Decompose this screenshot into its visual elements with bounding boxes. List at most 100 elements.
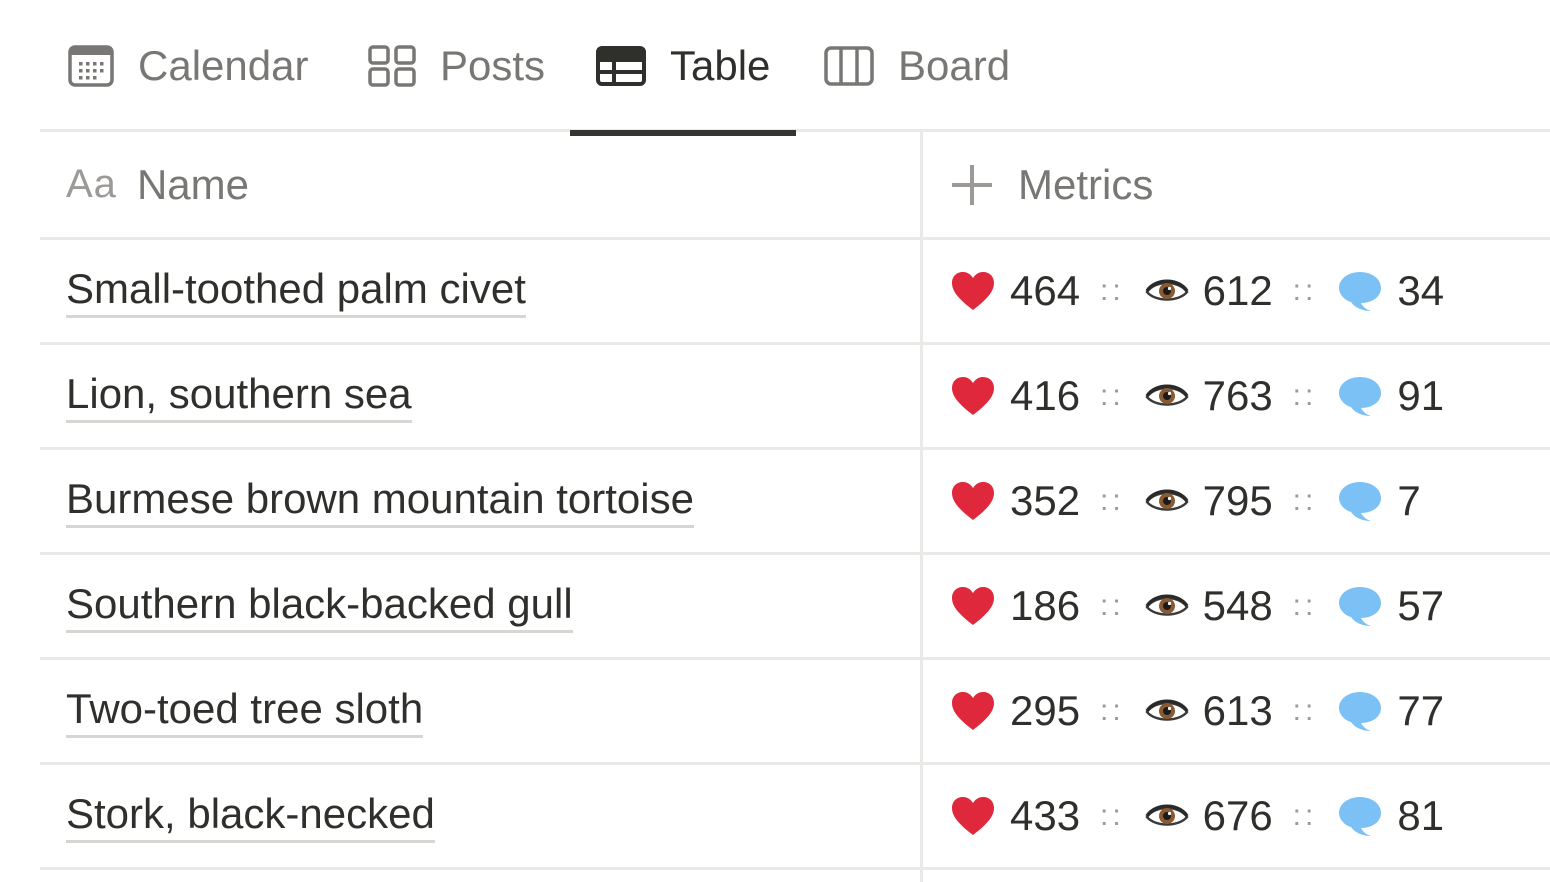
views-count: 676 — [1202, 792, 1273, 839]
heart-icon — [952, 587, 994, 625]
row-name-link[interactable]: Stork, black-necked — [66, 790, 435, 843]
calendar-icon — [68, 45, 114, 87]
metric-separator: :: — [1100, 694, 1125, 727]
views-metric: 676 :: — [1145, 792, 1338, 840]
eye-icon — [1145, 804, 1189, 826]
row-name-link[interactable]: Lion, southern sea — [66, 370, 412, 423]
likes-metric: 464 :: — [950, 267, 1145, 315]
eye-icon — [1145, 489, 1189, 511]
metric-separator: :: — [1292, 694, 1318, 727]
comments-count: 81 — [1397, 792, 1445, 839]
metrics-cell: 416 :: 763 :: 91 — [950, 345, 1475, 447]
comments-metric: 91 — [1337, 372, 1475, 420]
likes-metric: 352 :: — [950, 477, 1145, 525]
tab-posts[interactable]: Posts — [368, 0, 545, 132]
view-tabs: Calendar Posts Table Board — [40, 0, 1550, 136]
tab-board[interactable]: Board — [824, 0, 1010, 132]
name-cell: Burmese brown mountain tortoise — [66, 450, 694, 552]
speech-bubble-icon — [1339, 797, 1382, 836]
views-count: 548 — [1202, 582, 1273, 629]
likes-count: 416 — [1010, 372, 1081, 419]
text-property-icon: Aa — [66, 162, 117, 206]
eye-icon — [1145, 279, 1189, 301]
tab-calendar-label: Calendar — [138, 42, 309, 89]
comments-metric: 81 — [1337, 792, 1475, 840]
table-row: Small-toothed palm civet 464 :: 612:: 3… — [40, 240, 1550, 345]
name-cell: Southern black-backed gull — [66, 555, 573, 657]
metrics-cell: 352 :: 795 :: 7 — [950, 450, 1475, 552]
column-header-name[interactable]: Aa Name — [66, 132, 249, 237]
likes-metric: 186 :: — [950, 582, 1145, 630]
eye-icon — [1145, 384, 1189, 406]
tab-board-label: Board — [898, 42, 1011, 89]
eye-icon — [1145, 699, 1189, 721]
speech-bubble-icon — [1339, 692, 1382, 731]
table-row: Two-toed tree sloth 295 :: 613 :: 77 — [40, 660, 1550, 765]
table-row: Southern black-backed gull 186 :: 548::… — [40, 555, 1550, 660]
tab-calendar[interactable]: Calendar — [68, 0, 308, 132]
metric-separator: :: — [1292, 379, 1318, 412]
likes-count: 186 — [1010, 582, 1081, 629]
plus-icon — [952, 164, 992, 205]
comments-count: 77 — [1397, 687, 1445, 734]
speech-bubble-icon — [1339, 482, 1382, 521]
heart-icon — [952, 482, 994, 520]
comments-metric: 57 — [1337, 582, 1475, 630]
views-metric: 613 :: — [1145, 687, 1338, 735]
metrics-cell: 433 :: 676 :: 81 — [950, 765, 1475, 867]
likes-metric: 295 :: — [950, 687, 1145, 735]
tab-table-label: Table — [670, 42, 771, 89]
column-header-metrics-label: Metrics — [1018, 160, 1154, 208]
likes-count: 295 — [1010, 687, 1081, 734]
row-name-link[interactable]: Southern black-backed gull — [66, 580, 573, 633]
metric-separator: :: — [1100, 379, 1125, 412]
table-row: Stork, black-necked 433 :: 676 :: 81 — [40, 765, 1550, 870]
row-name-link[interactable]: Burmese brown mountain tortoise — [66, 475, 694, 528]
heart-icon — [952, 377, 994, 415]
tab-table[interactable]: Table — [569, 0, 797, 136]
speech-bubble-icon — [1339, 377, 1382, 416]
comments-count: 57 — [1397, 582, 1445, 629]
likes-metric: 433 :: — [950, 792, 1145, 840]
likes-metric: 416 :: — [950, 372, 1145, 420]
name-cell: Stork, black-necked — [66, 765, 435, 867]
board-icon — [824, 46, 874, 86]
database-view: Calendar Posts Table Board Aa Name Metri… — [0, 0, 1550, 882]
metrics-cell: 295 :: 613 :: 77 — [950, 660, 1475, 762]
comments-count: 7 — [1397, 477, 1421, 524]
speech-bubble-icon — [1339, 272, 1382, 311]
heart-icon — [952, 692, 994, 730]
table-row: Burmese brown mountain tortoise 352 :: 7… — [40, 450, 1550, 555]
table-body: Small-toothed palm civet 464 :: 612:: 3… — [40, 240, 1550, 870]
metric-separator: :: — [1292, 589, 1318, 622]
views-count: 795 — [1202, 477, 1273, 524]
views-count: 763 — [1202, 372, 1273, 419]
column-header-metrics[interactable]: Metrics — [950, 132, 1153, 237]
data-table: Aa Name Metrics Small-toothed palm civet… — [40, 132, 1550, 882]
tab-posts-label: Posts — [440, 42, 546, 89]
heart-icon — [952, 272, 994, 310]
eye-icon — [1145, 594, 1189, 616]
likes-count: 433 — [1010, 792, 1081, 839]
row-name-link[interactable]: Two-toed tree sloth — [66, 685, 424, 738]
metric-separator: :: — [1292, 484, 1318, 517]
name-cell: Small-toothed palm civet — [66, 240, 526, 342]
views-count: 613 — [1202, 687, 1273, 734]
metric-separator: :: — [1100, 484, 1125, 517]
views-metric: 612 :: — [1145, 267, 1338, 315]
likes-count: 464 — [1010, 267, 1081, 314]
heart-icon — [952, 797, 994, 835]
metric-separator: :: — [1100, 274, 1125, 307]
row-name-link[interactable]: Small-toothed palm civet — [66, 265, 526, 318]
speech-bubble-icon — [1339, 587, 1382, 626]
comments-metric: 77 — [1337, 687, 1475, 735]
views-metric: 763 :: — [1145, 372, 1338, 420]
comments-count: 91 — [1397, 372, 1445, 419]
name-cell: Two-toed tree sloth — [66, 660, 424, 762]
metric-separator: :: — [1100, 799, 1125, 832]
metrics-cell: 186 :: 548 :: 57 — [950, 555, 1475, 657]
likes-count: 352 — [1010, 477, 1081, 524]
metrics-cell: 464 :: 612 :: 34 — [950, 240, 1475, 342]
table-row: Lion, southern sea 416 :: 763 :: 91 — [40, 345, 1550, 450]
metric-separator: :: — [1292, 274, 1318, 307]
